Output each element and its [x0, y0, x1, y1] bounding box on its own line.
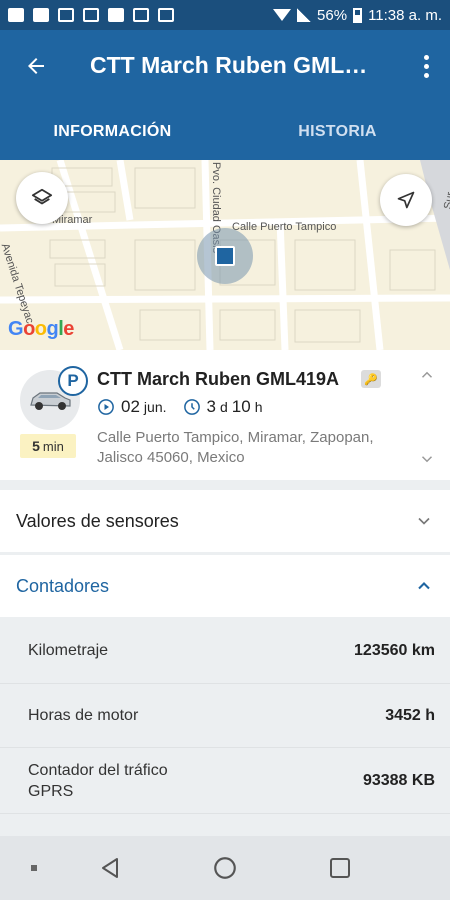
- unit-name: CTT March Ruben GML419A: [97, 369, 340, 389]
- nav-home-button[interactable]: [209, 852, 241, 884]
- duration-days-unit: d: [219, 399, 228, 415]
- chevron-down-icon: [418, 517, 430, 525]
- clock: 11:38 a. m.: [368, 6, 442, 24]
- tab-informacion[interactable]: INFORMACIÓN: [0, 112, 225, 160]
- system-nav-bar: [0, 836, 450, 900]
- arrow-left-icon: [28, 58, 44, 74]
- sms-icon: [108, 8, 124, 22]
- nav-recents-button[interactable]: [324, 852, 356, 884]
- circle-home-icon: [214, 857, 236, 879]
- last-date-month: jun.: [143, 399, 167, 415]
- app-bar: CTT March Ruben GML419A INFORMACIÓN HIST…: [0, 30, 450, 160]
- nav-dot-button[interactable]: [18, 852, 50, 884]
- more-options-button[interactable]: [414, 50, 438, 82]
- map-view[interactable]: Miramar Calle Puerto Tampico Avenida Tep…: [0, 160, 450, 350]
- chevron-up-icon[interactable]: [418, 366, 436, 384]
- duration-hours-unit: h: [254, 399, 263, 415]
- key-icon: 🔑: [361, 370, 381, 388]
- status-bar: 56% 11:38 a. m.: [0, 0, 450, 30]
- google-logo: Google: [8, 318, 74, 340]
- unit-address: Calle Puerto Tampico, Miramar, Zapopan, …: [97, 429, 374, 466]
- counter-row-mileage: Kilometraje 123560 km: [0, 618, 450, 684]
- back-button[interactable]: [14, 46, 58, 86]
- notification-icons: [8, 8, 174, 22]
- counter-row-engine-hours: Horas de motor 3452 h: [0, 684, 450, 748]
- counter-label: Contador del tráfico GPRS: [28, 761, 168, 800]
- my-location-button[interactable]: [380, 174, 432, 226]
- chevron-down-icon[interactable]: [418, 450, 436, 468]
- cast-icon: [158, 8, 174, 22]
- duration-days: 3: [206, 397, 216, 416]
- battery-percent: 56%: [317, 6, 348, 24]
- idle-time-unit: min: [42, 438, 64, 454]
- triangle-back-icon: [102, 858, 118, 878]
- section-counters[interactable]: Contadores: [0, 555, 450, 617]
- nav-back-button[interactable]: [94, 852, 126, 884]
- page-title: CTT March Ruben GML419A: [90, 52, 380, 78]
- last-date-value: 02: [121, 397, 140, 416]
- section-counters-title: Contadores: [16, 575, 110, 596]
- signal-icon: [297, 8, 312, 22]
- counter-value: 123560 km: [354, 641, 435, 659]
- section-sensors-title: Valores de sensores: [16, 510, 179, 531]
- map-label-street: Calle Puerto Tampico: [232, 221, 337, 233]
- parking-status-badge: P: [58, 366, 88, 396]
- usb-icon: [133, 8, 149, 22]
- wifi-icon: [273, 9, 292, 21]
- dot-icon: [31, 865, 37, 871]
- stop-square-icon: [215, 246, 235, 266]
- duration-hours: 10: [231, 397, 251, 416]
- voicemail-icon: [83, 8, 99, 22]
- navigation-arrow-icon: [397, 191, 415, 209]
- chevron-up-icon: [418, 582, 430, 590]
- play-circle-icon: [98, 399, 114, 415]
- counter-label: Horas de motor: [28, 707, 139, 724]
- counter-row-gprs: Contador del tráfico GPRS 93388 KB: [0, 748, 450, 814]
- map-layers-button[interactable]: [16, 172, 68, 224]
- unit-card[interactable]: P 5 min CTT March Ruben GML419A 🔑 02 jun…: [0, 350, 450, 480]
- counter-value: 93388 KB: [362, 771, 435, 789]
- counter-label: Kilometraje: [28, 642, 109, 659]
- clock-icon: [183, 399, 200, 415]
- more-vertical-icon: [423, 54, 429, 60]
- idle-time-badge: 5 min: [20, 434, 76, 458]
- unit-marker[interactable]: [197, 228, 253, 284]
- section-sensors[interactable]: Valores de sensores: [0, 490, 450, 552]
- square-recents-icon: [330, 858, 350, 878]
- tab-historia[interactable]: HISTORIA: [225, 112, 450, 160]
- telegram-icon: [8, 8, 24, 22]
- idle-time-value: 5: [32, 438, 40, 454]
- battery-icon: [353, 7, 363, 23]
- layers-icon: [31, 188, 53, 205]
- messages-icon: [58, 8, 74, 22]
- unit-meta-row: 02 jun. 3 d 10 h: [97, 397, 266, 417]
- whatsapp-icon: [33, 8, 49, 22]
- counter-value: 3452 h: [385, 706, 435, 724]
